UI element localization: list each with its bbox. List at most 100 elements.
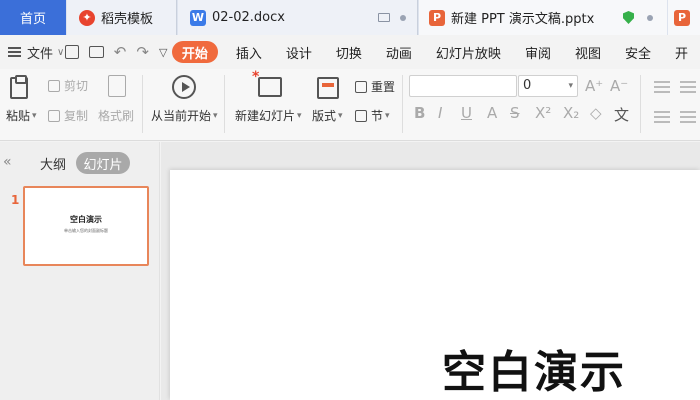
slide-title[interactable]: 空白演示 <box>442 336 626 400</box>
paste-button[interactable]: 粘贴 ▾ <box>6 107 37 124</box>
font-family-select[interactable] <box>409 75 517 97</box>
tab-outline[interactable]: 大纲 <box>36 152 70 174</box>
format-painter-icon[interactable] <box>108 75 130 100</box>
numbered-list-icon[interactable] <box>680 81 696 93</box>
section-label: 节 <box>371 109 384 123</box>
copy-icon <box>48 109 60 122</box>
menu-home[interactable]: 开始 <box>171 41 218 63</box>
ribbon-divider <box>142 75 143 133</box>
menu-slideshow[interactable]: 幻灯片放映 <box>424 41 513 63</box>
word-doc-icon: W <box>190 9 206 26</box>
thumbnail-subtitle: 单击输入您的封面副标题 <box>64 228 108 233</box>
format-painter-button[interactable]: 格式刷 <box>98 107 134 124</box>
redo-icon[interactable]: ↷ <box>136 43 149 61</box>
subscript-icon[interactable]: X₂ <box>563 104 579 122</box>
tab-docx-label: 02-02.docx <box>212 10 285 25</box>
ribbon-divider <box>640 75 641 133</box>
bold-icon[interactable]: B <box>414 104 425 122</box>
undo-icon[interactable]: ↶ <box>114 43 127 61</box>
tab-docx[interactable]: W 02-02.docx <box>178 0 418 35</box>
tab-slides[interactable]: 幻灯片 <box>76 152 130 174</box>
tab-templates[interactable]: ✦ 稻壳模板 <box>67 0 177 35</box>
text-effect-icon[interactable]: 文 <box>614 104 629 125</box>
hamburger-icon <box>8 47 21 57</box>
section-button[interactable]: 节 ▾ <box>355 107 390 124</box>
monitor-icon[interactable] <box>378 13 390 22</box>
tab-pptx-label: 新建 PPT 演示文稿.pptx <box>451 12 595 27</box>
document-tab-bar: 首页 ✦ 稻壳模板 W 02-02.docx P 新建 PPT 演示文稿.ppt… <box>0 0 700 35</box>
slide-thumbnail[interactable]: 空白演示 单击输入您的封面副标题 <box>23 186 149 266</box>
decrease-font-icon[interactable]: A⁻ <box>610 77 628 95</box>
ppt-doc-icon: P <box>674 9 690 26</box>
collapse-panel-icon[interactable]: « <box>3 154 12 170</box>
paste-label: 粘贴 <box>6 109 31 123</box>
reset-icon <box>355 80 367 93</box>
strikethrough-icon[interactable]: S <box>510 104 520 122</box>
play-icon[interactable] <box>172 75 196 99</box>
menu-review[interactable]: 审阅 <box>513 41 563 63</box>
layout-icon[interactable] <box>317 77 339 99</box>
chevron-down-icon: ▾ <box>568 81 573 91</box>
print-icon[interactable] <box>88 46 104 58</box>
layout-label: 版式 <box>312 109 337 123</box>
customize-chevron-icon[interactable]: ▽ <box>159 46 167 59</box>
reset-label: 重置 <box>371 80 396 94</box>
ppt-doc-icon: P <box>429 9 445 26</box>
shield-icon <box>623 11 634 24</box>
menu-security[interactable]: 安全 <box>613 41 663 63</box>
save-icon[interactable] <box>64 45 79 59</box>
tab-templates-label: 稻壳模板 <box>101 12 154 27</box>
cut-button[interactable]: 剪切 <box>48 77 88 94</box>
new-slide-icon[interactable] <box>252 69 282 97</box>
align-left-icon[interactable] <box>654 111 670 123</box>
chevron-down-icon: ∨ <box>57 46 65 58</box>
menu-view[interactable]: 视图 <box>563 41 613 63</box>
from-current-label: 从当前开始 <box>151 109 212 123</box>
ribbon-toolbar: 粘贴▾ 剪切 复制 格式刷 从当前开始▾ 新建幻灯片▾ 版式▾ 重置 节▾ 0 … <box>0 69 700 141</box>
menu-transitions[interactable]: 切换 <box>324 41 374 63</box>
slide-canvas[interactable]: 空白演示 <box>170 170 700 400</box>
italic-icon[interactable]: I <box>438 104 442 122</box>
copy-label: 复制 <box>64 109 89 123</box>
from-current-button[interactable]: 从当前开始 ▾ <box>151 107 218 124</box>
paste-icon[interactable] <box>10 75 28 99</box>
tab-home[interactable]: 首页 <box>0 0 66 35</box>
format-painter-label: 格式刷 <box>98 109 135 123</box>
font-color-icon[interactable]: A <box>487 104 497 122</box>
reset-button[interactable]: 重置 <box>355 78 395 95</box>
align-center-icon[interactable] <box>680 111 696 123</box>
menu-design[interactable]: 设计 <box>274 41 324 63</box>
menu-developer[interactable]: 开 <box>663 41 700 63</box>
slide-panel: « 大纲 幻灯片 1 <box>0 142 160 400</box>
quick-access-toolbar: ↶ ↷ ▽ <box>64 43 172 61</box>
font-size-select[interactable]: 0 ▾ <box>518 75 578 97</box>
thumbnail-title: 空白演示 <box>70 215 102 224</box>
new-slide-label: 新建幻灯片 <box>235 109 296 123</box>
docer-logo-icon: ✦ <box>79 9 95 26</box>
tab-close-dot-icon[interactable] <box>400 15 406 21</box>
section-icon <box>355 109 367 122</box>
font-size-value: 0 <box>523 78 532 93</box>
layout-button[interactable]: 版式 ▾ <box>312 107 343 124</box>
new-slide-button[interactable]: 新建幻灯片 ▾ <box>235 107 302 124</box>
bullet-list-icon[interactable] <box>654 81 670 93</box>
increase-font-icon[interactable]: A⁺ <box>585 77 603 95</box>
scissors-icon <box>48 79 60 92</box>
ribbon-divider <box>402 75 403 133</box>
menu-animations[interactable]: 动画 <box>374 41 424 63</box>
tab-pptx[interactable]: P 新建 PPT 演示文稿.pptx <box>419 0 667 35</box>
ribbon-divider <box>224 75 225 133</box>
cut-label: 剪切 <box>64 79 89 93</box>
copy-button[interactable]: 复制 <box>48 107 88 124</box>
tab-close-dot-icon[interactable] <box>647 15 653 21</box>
superscript-icon[interactable]: X² <box>535 104 551 122</box>
slide-number: 1 <box>11 193 20 207</box>
menu-insert[interactable]: 插入 <box>224 41 274 63</box>
eraser-icon[interactable]: ◇ <box>590 104 602 122</box>
menu-bar: 文件 ∨ ↶ ↷ ▽ 开始 插入 设计 切换 动画 幻灯片放映 审阅 视图 安全… <box>0 35 700 69</box>
underline-icon[interactable]: U <box>461 104 472 122</box>
file-menu-label: 文件 <box>27 46 54 62</box>
tab-partial[interactable]: P <box>668 0 700 35</box>
tab-home-label: 首页 <box>19 12 46 27</box>
file-menu[interactable]: 文件 ∨ <box>0 43 65 62</box>
